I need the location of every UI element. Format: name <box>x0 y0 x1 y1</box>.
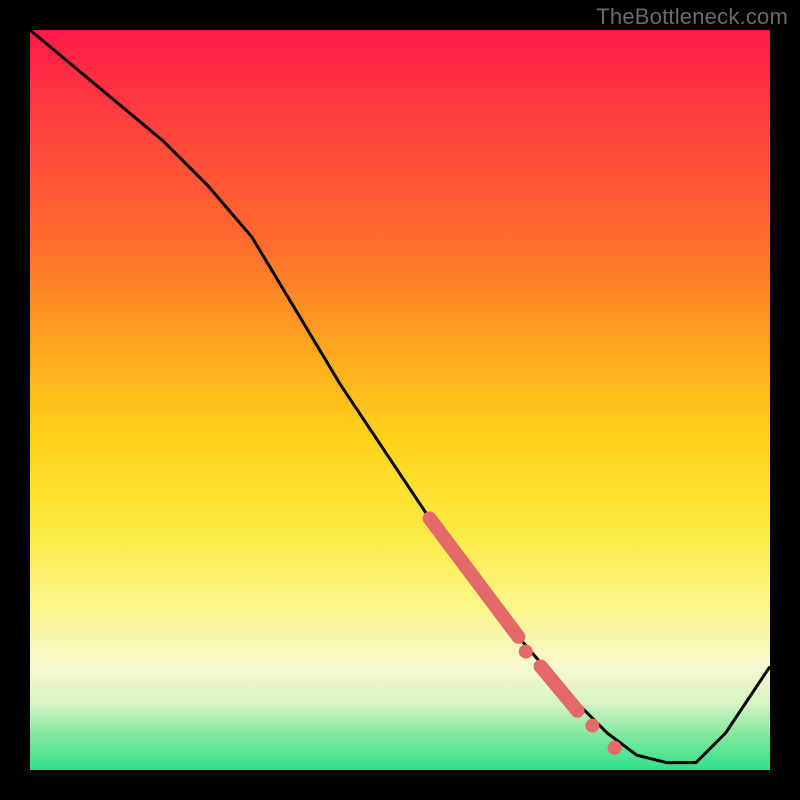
curve-layer <box>30 30 770 763</box>
dot-c <box>608 741 622 755</box>
chart-overlay <box>30 30 770 770</box>
bottleneck-curve <box>30 30 770 763</box>
segment-upper <box>430 518 519 636</box>
chart-frame: { "watermark": "TheBottleneck.com", "col… <box>0 0 800 800</box>
segment-lower <box>541 666 578 710</box>
watermark-text: TheBottleneck.com <box>596 4 788 30</box>
dot-b <box>585 719 599 733</box>
highlight-layer <box>430 518 622 754</box>
dot-a <box>519 645 533 659</box>
